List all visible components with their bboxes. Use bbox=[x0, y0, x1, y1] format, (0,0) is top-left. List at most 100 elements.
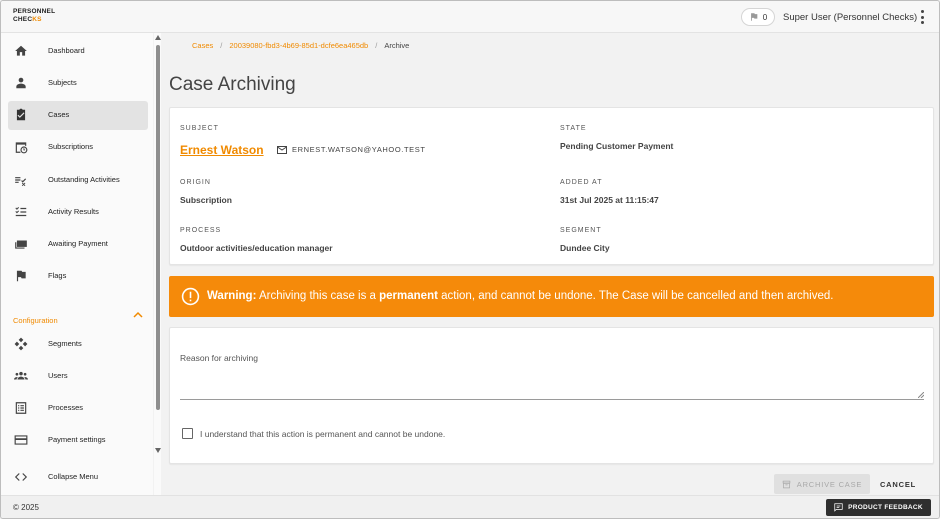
breadcrumb-separator: / bbox=[220, 41, 223, 50]
scroll-down-arrow-icon[interactable] bbox=[155, 448, 161, 453]
app-window: PERSONNEL CHECKS 0 Super User (Personnel… bbox=[0, 0, 940, 519]
user-name[interactable]: Super User (Personnel Checks) bbox=[783, 12, 917, 23]
warning-title: Warning: bbox=[207, 290, 257, 302]
logo-line-2a: CHEC bbox=[13, 15, 33, 23]
scrollbar-thumb[interactable] bbox=[156, 45, 160, 410]
flag-icon bbox=[750, 13, 758, 21]
flag-icon bbox=[14, 269, 28, 283]
sidebar-item-outstanding-activities[interactable]: Outstanding Activities bbox=[8, 166, 148, 195]
copyright-text: © 2025 bbox=[13, 503, 39, 512]
more-menu-icon[interactable] bbox=[919, 10, 925, 24]
added-at-label: ADDED AT bbox=[560, 179, 603, 186]
archive-icon bbox=[782, 480, 791, 488]
sidebar-item-label: Activity Results bbox=[48, 207, 99, 216]
sidebar-item-subscriptions[interactable]: Subscriptions bbox=[8, 133, 148, 162]
logo-line-2: CHECKS bbox=[13, 16, 73, 24]
sidebar-item-awaiting-payment[interactable]: Awaiting Payment bbox=[8, 230, 148, 259]
sidebar-item-activity-results[interactable]: Activity Results bbox=[8, 198, 148, 227]
credit-card-icon bbox=[14, 433, 28, 447]
breadcrumb-current: Archive bbox=[384, 41, 410, 50]
subject-email[interactable]: ERNEST.WATSON@YAHOO.TEST bbox=[277, 145, 426, 154]
breadcrumb-case-id-link[interactable]: 20039080-fbd3-4b69-85d1-dcfe6ea465db bbox=[229, 41, 368, 50]
sidebar-item-label: Users bbox=[48, 371, 68, 380]
product-feedback-label: PRODUCT FEEDBACK bbox=[848, 504, 923, 511]
collapse-icon bbox=[14, 470, 28, 484]
warning-emphasis: permanent bbox=[379, 290, 438, 302]
sidebar-item-payment-settings[interactable]: Payment settings bbox=[8, 426, 148, 455]
configuration-label: Configuration bbox=[13, 316, 58, 325]
segment-value: Dundee City bbox=[560, 243, 610, 253]
configuration-section-toggle[interactable]: Configuration bbox=[13, 310, 143, 325]
flags-counter-button[interactable]: 0 bbox=[741, 8, 775, 26]
sidebar-item-label: Subjects bbox=[48, 78, 77, 87]
sidebar-item-processes[interactable]: Processes bbox=[8, 394, 148, 423]
collapse-menu-button[interactable]: Collapse Menu bbox=[8, 463, 148, 492]
sidebar-item-label: Cases bbox=[48, 110, 70, 119]
sidebar-item-label: Segments bbox=[48, 339, 82, 348]
chevron-up-icon bbox=[133, 311, 143, 318]
sidebar-item-subjects[interactable]: Subjects bbox=[8, 69, 148, 98]
archive-case-label: ARCHIVE CASE bbox=[796, 479, 863, 489]
origin-value: Subscription bbox=[180, 195, 232, 205]
added-at-value: 31st Jul 2025 at 11:15:47 bbox=[560, 195, 659, 205]
cancel-button[interactable]: CANCEL bbox=[875, 474, 921, 494]
subject-name-link[interactable]: Ernest Watson bbox=[180, 143, 264, 157]
collapse-menu-label: Collapse Menu bbox=[48, 472, 99, 481]
checklist-icon bbox=[14, 205, 28, 219]
list-alt-icon bbox=[14, 401, 28, 415]
diamonds-icon bbox=[14, 337, 28, 351]
reason-field-label: Reason for archiving bbox=[180, 353, 258, 363]
breadcrumb: Cases / 20039080-fbd3-4b69-85d1-dcfe6ea4… bbox=[192, 41, 409, 50]
warning-text-before: Archiving this case is a bbox=[258, 290, 376, 302]
sidebar-item-flags[interactable]: Flags bbox=[8, 262, 148, 291]
home-icon bbox=[14, 44, 28, 58]
process-label: PROCESS bbox=[180, 227, 222, 234]
sidebar-scrollbar[interactable] bbox=[154, 33, 161, 495]
confirm-permanent-label[interactable]: I understand that this action is permane… bbox=[200, 429, 445, 439]
confirm-permanent-checkbox[interactable] bbox=[182, 428, 193, 439]
personnel-checks-logo[interactable]: PERSONNEL CHECKS bbox=[13, 8, 73, 23]
logo-line-1: PERSONNEL bbox=[13, 8, 56, 15]
reason-for-archiving-textarea[interactable] bbox=[180, 399, 924, 400]
warning-text: Warning: Archiving this case is a perman… bbox=[207, 290, 833, 302]
sidebar: Dashboard Subjects Cases Subscriptions O… bbox=[1, 33, 153, 495]
permanent-action-warning: Warning: Archiving this case is a perman… bbox=[169, 276, 934, 317]
process-value: Outdoor activities/education manager bbox=[180, 243, 333, 253]
state-value: Pending Customer Payment bbox=[560, 141, 674, 151]
sidebar-item-cases[interactable]: Cases bbox=[8, 101, 148, 130]
sidebar-item-segments[interactable]: Segments bbox=[8, 330, 148, 359]
sidebar-item-users[interactable]: Users bbox=[8, 362, 148, 391]
resize-handle-icon[interactable] bbox=[918, 392, 924, 398]
case-details-card: SUBJECT Ernest Watson ERNEST.WATSON@YAHO… bbox=[169, 107, 934, 265]
product-feedback-button[interactable]: PRODUCT FEEDBACK bbox=[826, 499, 931, 516]
clipboard-check-icon bbox=[14, 108, 28, 122]
calendar-clock-icon bbox=[14, 140, 28, 154]
archive-form-card: Reason for archiving I understand that t… bbox=[169, 327, 934, 464]
archive-case-button[interactable]: ARCHIVE CASE bbox=[774, 474, 870, 494]
footer: © 2025 PRODUCT FEEDBACK bbox=[1, 495, 939, 518]
origin-label: ORIGIN bbox=[180, 179, 211, 186]
subject-email-text: ERNEST.WATSON@YAHOO.TEST bbox=[292, 145, 426, 154]
state-label: STATE bbox=[560, 125, 587, 132]
page-title: Case Archiving bbox=[169, 74, 296, 95]
sidebar-item-label: Processes bbox=[48, 403, 84, 412]
sidebar-item-dashboard[interactable]: Dashboard bbox=[8, 37, 148, 66]
sidebar-item-label: Flags bbox=[48, 271, 67, 280]
sidebar-item-label: Payment settings bbox=[48, 435, 106, 444]
sidebar-item-label: Dashboard bbox=[48, 46, 85, 55]
group-icon bbox=[14, 369, 28, 383]
sidebar-item-label: Outstanding Activities bbox=[48, 175, 120, 184]
mail-icon bbox=[277, 145, 287, 154]
breadcrumb-separator: / bbox=[375, 41, 378, 50]
payments-icon bbox=[14, 237, 28, 251]
breadcrumb-cases-link[interactable]: Cases bbox=[192, 41, 213, 50]
subject-label: SUBJECT bbox=[180, 125, 219, 132]
warning-circle-icon bbox=[181, 287, 200, 306]
sidebar-item-label: Subscriptions bbox=[48, 142, 94, 151]
sidebar-item-label: Awaiting Payment bbox=[48, 239, 108, 248]
scroll-up-arrow-icon[interactable] bbox=[155, 35, 161, 40]
list-check-icon bbox=[14, 173, 28, 187]
flag-count: 0 bbox=[762, 12, 768, 22]
person-icon bbox=[14, 76, 28, 90]
feedback-icon bbox=[834, 503, 843, 512]
